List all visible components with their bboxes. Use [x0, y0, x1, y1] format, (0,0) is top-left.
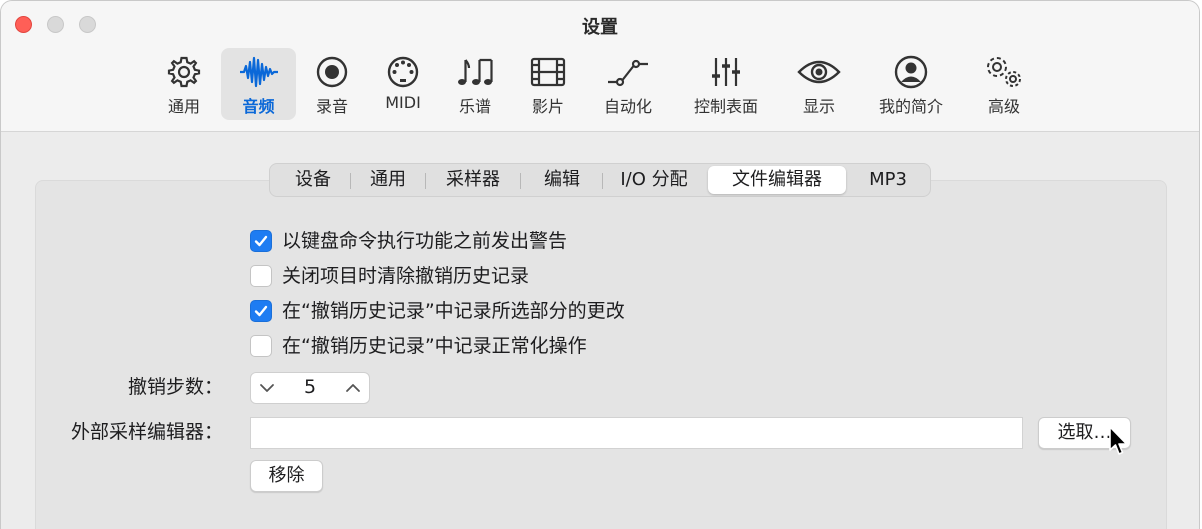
toolbar-control-surfaces[interactable]: 控制表面	[685, 48, 767, 120]
settings-panel	[35, 180, 1167, 529]
toolbar-movie[interactable]: 影片	[515, 48, 581, 120]
remove-button[interactable]: 移除	[250, 460, 323, 492]
toolbar-label: 乐谱	[458, 97, 491, 116]
toolbar-label: MIDI	[385, 93, 421, 112]
toolbar-audio[interactable]: 音频	[221, 48, 296, 120]
checkmark-icon	[254, 235, 268, 247]
toolbar-label: 音频	[242, 97, 275, 116]
film-icon	[530, 57, 566, 87]
automation-curve-icon	[608, 59, 648, 87]
toolbar-advanced[interactable]: 高级	[971, 48, 1037, 120]
external-editor-label: 外部采样编辑器：	[70, 421, 223, 443]
title-bar: 设置 通用 音频 录音 MIDI 乐谱 影片 自动化 控制表面 显示 我的简介 …	[1, 1, 1199, 132]
tab-bar: 设备 通用 采样器 编辑 I/O 分配 文件编辑器 MP3	[269, 163, 931, 197]
checkmark-icon	[254, 305, 268, 317]
option-label: 在“撤销历史记录”中记录正常化操作	[282, 335, 587, 357]
checkbox-unchecked[interactable]	[250, 335, 272, 357]
tab-general[interactable]: 通用	[354, 166, 422, 194]
undo-steps-label: 撤销步数：	[127, 376, 223, 398]
tab-divider	[602, 173, 603, 189]
toolbar-my-info[interactable]: 我的简介	[868, 48, 954, 120]
tab-devices[interactable]: 设备	[278, 166, 348, 194]
tab-divider	[520, 173, 521, 189]
toolbar-automation[interactable]: 自动化	[592, 48, 664, 120]
tab-divider	[425, 173, 426, 189]
toolbar-label: 影片	[531, 97, 564, 116]
toolbar-recording[interactable]: 录音	[299, 48, 365, 120]
chevron-up-icon[interactable]	[345, 381, 361, 395]
eye-icon	[797, 60, 841, 84]
option-label: 以键盘命令执行功能之前发出警告	[282, 230, 568, 252]
tab-file-editor[interactable]: 文件编辑器	[708, 166, 846, 194]
waveform-icon	[239, 56, 278, 88]
sliders-icon	[712, 58, 740, 86]
toolbar-label: 我的简介	[878, 97, 943, 116]
window-title: 设置	[582, 17, 618, 38]
toolbar-display[interactable]: 显示	[786, 48, 852, 120]
checkbox-checked[interactable]	[250, 230, 272, 252]
toolbar-general[interactable]: 通用	[151, 48, 217, 120]
settings-window: 设置 通用 音频 录音 MIDI 乐谱 影片 自动化 控制表面 显示 我的简介 …	[0, 0, 1200, 529]
checkbox-unchecked[interactable]	[250, 265, 272, 287]
checkbox-checked[interactable]	[250, 300, 272, 322]
toolbar-label: 控制表面	[693, 97, 758, 116]
toolbar-label: 高级	[987, 97, 1020, 116]
toolbar-label: 显示	[802, 97, 835, 116]
mouse-pointer-icon	[1109, 426, 1128, 455]
tab-editing[interactable]: 编辑	[524, 166, 600, 194]
gears-icon	[987, 57, 1021, 87]
music-notes-icon	[458, 58, 493, 85]
undo-steps-stepper[interactable]: 5	[250, 372, 370, 404]
person-circle-icon	[894, 55, 928, 89]
tab-divider	[350, 173, 351, 189]
record-icon	[316, 56, 348, 88]
midi-port-icon	[387, 56, 419, 88]
tab-sampler[interactable]: 采样器	[430, 166, 516, 194]
toolbar-label: 录音	[315, 97, 348, 116]
toolbar-midi[interactable]: MIDI	[370, 48, 436, 120]
tab-mp3[interactable]: MP3	[852, 166, 924, 194]
external-editor-field[interactable]	[250, 417, 1023, 449]
gear-icon	[167, 56, 201, 88]
option-label: 关闭项目时清除撤销历史记录	[282, 265, 530, 287]
option-label: 在“撤销历史记录”中记录所选部分的更改	[282, 300, 625, 322]
toolbar-label: 通用	[167, 97, 200, 116]
tab-io-assignments[interactable]: I/O 分配	[606, 166, 702, 194]
toolbar-label: 自动化	[603, 97, 652, 116]
toolbar-score[interactable]: 乐谱	[442, 48, 508, 120]
